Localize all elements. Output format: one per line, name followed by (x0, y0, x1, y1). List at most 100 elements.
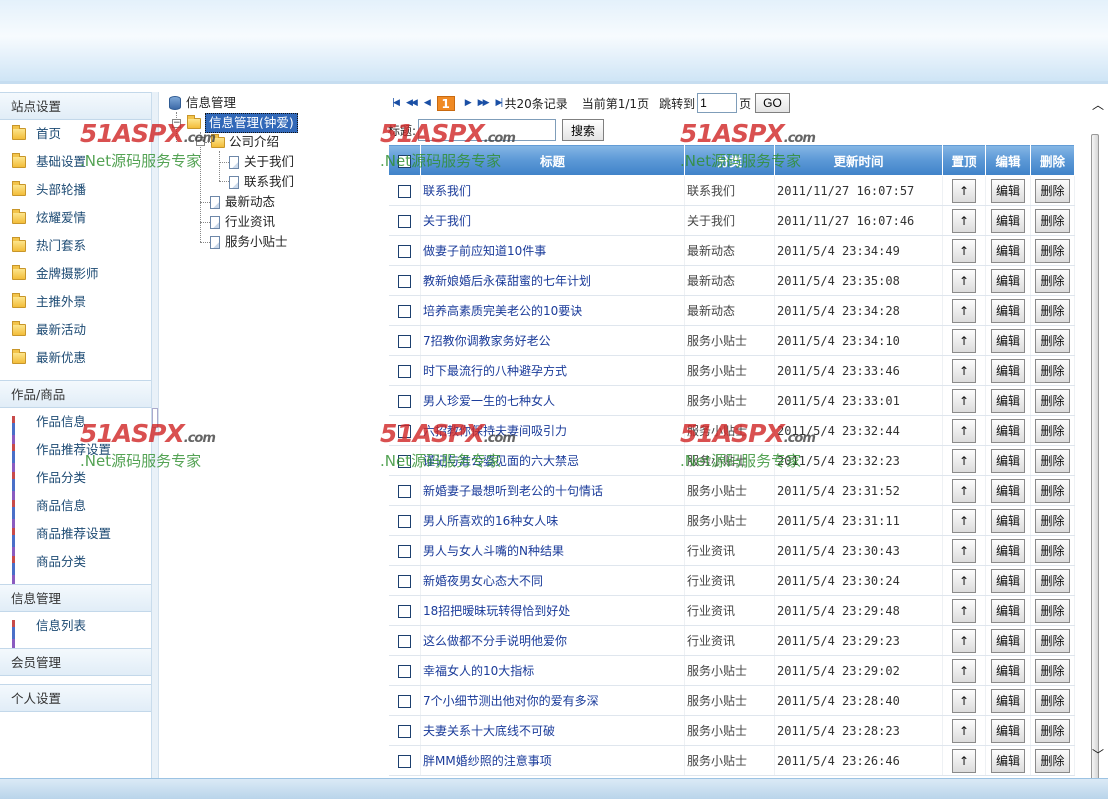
collapse-icon[interactable]: − (172, 119, 181, 128)
sidebar-nav-item[interactable]: 热门套系 (0, 232, 151, 260)
row-checkbox[interactable] (397, 274, 411, 288)
sidebar-nav-item[interactable]: 作品推荐设置 (0, 436, 151, 472)
sidebar-nav-item[interactable]: 商品信息 (0, 492, 151, 528)
first-page-icon[interactable]: |◀ (392, 98, 400, 108)
row-title[interactable]: 谨记与准公婆见面的六大禁忌 (420, 445, 685, 476)
row-title[interactable]: 男人珍爱一生的七种女人 (420, 385, 685, 416)
row-title[interactable]: 新婚妻子最想听到老公的十句情话 (420, 475, 685, 506)
delete-button[interactable]: 删除 (1035, 328, 1070, 353)
delete-button[interactable]: 删除 (1035, 418, 1070, 443)
row-checkbox[interactable] (397, 634, 411, 648)
sidebar-section-title[interactable]: 信息管理 (0, 584, 151, 612)
delete-button[interactable]: 删除 (1035, 178, 1070, 203)
row-checkbox[interactable] (397, 664, 411, 678)
sidebar-nav-item[interactable]: 商品推荐设置 (0, 520, 151, 556)
scroll-down-icon[interactable]: ﹀ (1092, 746, 1104, 763)
tree-node[interactable]: 关于我们 (229, 153, 294, 171)
sidebar-nav-item[interactable]: 最新优惠 (0, 344, 151, 372)
row-checkbox[interactable] (397, 334, 411, 348)
row-title[interactable]: 男人与女人斗嘴的N种结果 (420, 535, 685, 566)
delete-button[interactable]: 删除 (1035, 448, 1070, 473)
edit-button[interactable]: 编辑 (990, 688, 1025, 713)
edit-button[interactable]: 编辑 (990, 268, 1025, 293)
edit-button[interactable]: 编辑 (990, 298, 1025, 323)
sidebar-nav-item[interactable]: 信息列表 (0, 612, 151, 648)
row-title[interactable]: 18招把暧昧玩转得恰到好处 (420, 595, 685, 626)
edit-button[interactable]: 编辑 (990, 478, 1025, 503)
row-title[interactable]: 联系我们 (420, 175, 685, 206)
edit-button[interactable]: 编辑 (990, 208, 1025, 233)
pin-top-button[interactable]: ↑ (952, 328, 976, 353)
delete-button[interactable]: 删除 (1035, 268, 1070, 293)
prev-group-icon[interactable]: ◀◀ (406, 98, 418, 108)
edit-button[interactable]: 编辑 (990, 178, 1025, 203)
edit-button[interactable]: 编辑 (990, 388, 1025, 413)
pin-top-button[interactable]: ↑ (952, 268, 976, 293)
last-page-icon[interactable]: ▶| (496, 98, 504, 108)
delete-button[interactable]: 删除 (1035, 628, 1070, 653)
row-title[interactable]: 培养高素质完美老公的10要诀 (420, 295, 685, 326)
delete-button[interactable]: 删除 (1035, 718, 1070, 743)
pin-top-button[interactable]: ↑ (952, 568, 976, 593)
row-title[interactable]: 做妻子前应知道10件事 (420, 235, 685, 266)
sidebar-section-title[interactable]: 站点设置 (0, 92, 151, 120)
scroll-up-icon[interactable]: ︿ (1092, 96, 1104, 113)
sidebar-nav-item[interactable]: 金牌摄影师 (0, 260, 151, 288)
row-checkbox[interactable] (397, 244, 411, 258)
delete-button[interactable]: 删除 (1035, 658, 1070, 683)
sidebar-splitter[interactable] (152, 92, 159, 778)
sidebar-section-title[interactable]: 作品/商品 (0, 380, 151, 408)
next-page-icon[interactable]: ▶ (465, 98, 472, 108)
sidebar-nav-item[interactable]: 头部轮播 (0, 176, 151, 204)
edit-button[interactable]: 编辑 (990, 508, 1025, 533)
pin-top-button[interactable]: ↑ (952, 298, 976, 323)
tree-node-folder[interactable]: 公司介绍 (211, 133, 279, 151)
search-input[interactable] (418, 119, 557, 141)
current-page[interactable]: 1 (436, 95, 455, 111)
tree-node[interactable]: 服务小贴士 (210, 233, 288, 251)
sidebar-nav-item[interactable]: 首页 (0, 120, 151, 148)
sidebar-nav-item[interactable]: 炫耀爱情 (0, 204, 151, 232)
row-title[interactable]: 夫妻关系十大底线不可破 (420, 715, 685, 746)
tree-node-selected[interactable]: 信息管理(钟爱) (187, 113, 298, 133)
pin-top-button[interactable]: ↑ (952, 238, 976, 263)
sidebar-nav-item[interactable]: 主推外景 (0, 288, 151, 316)
row-title[interactable]: 新婚夜男女心态大不同 (420, 565, 685, 596)
pin-top-button[interactable]: ↑ (952, 748, 976, 773)
delete-button[interactable]: 删除 (1035, 478, 1070, 503)
row-checkbox[interactable] (397, 214, 411, 228)
row-title[interactable]: 教新娘婚后永葆甜蜜的七年计划 (420, 265, 685, 296)
pin-top-button[interactable]: ↑ (952, 178, 976, 203)
edit-button[interactable]: 编辑 (990, 718, 1025, 743)
delete-button[interactable]: 删除 (1035, 568, 1070, 593)
pin-top-button[interactable]: ↑ (952, 538, 976, 563)
pin-top-button[interactable]: ↑ (952, 448, 976, 473)
row-title[interactable]: 胖MM婚纱照的注意事项 (420, 745, 685, 776)
delete-button[interactable]: 删除 (1035, 538, 1070, 563)
delete-button[interactable]: 删除 (1035, 298, 1070, 323)
edit-button[interactable]: 编辑 (990, 238, 1025, 263)
row-checkbox[interactable] (397, 424, 411, 438)
pin-top-button[interactable]: ↑ (952, 508, 976, 533)
row-title[interactable]: 时下最流行的八种避孕方式 (420, 355, 685, 386)
edit-button[interactable]: 编辑 (990, 658, 1025, 683)
tree-node[interactable]: 联系我们 (229, 173, 294, 191)
pin-top-button[interactable]: ↑ (952, 688, 976, 713)
sidebar-section-title[interactable]: 个人设置 (0, 684, 151, 712)
edit-button[interactable]: 编辑 (990, 568, 1025, 593)
edit-button[interactable]: 编辑 (990, 448, 1025, 473)
row-title[interactable]: 幸福女人的10大指标 (420, 655, 685, 686)
edit-button[interactable]: 编辑 (990, 418, 1025, 443)
row-checkbox[interactable] (397, 454, 411, 468)
sidebar-nav-item[interactable]: 作品信息 (0, 408, 151, 444)
delete-button[interactable]: 删除 (1035, 358, 1070, 383)
row-checkbox[interactable] (397, 724, 411, 738)
delete-button[interactable]: 删除 (1035, 508, 1070, 533)
row-checkbox[interactable] (397, 514, 411, 528)
edit-button[interactable]: 编辑 (990, 628, 1025, 653)
row-title[interactable]: 六招教你保持夫妻间吸引力 (420, 415, 685, 446)
row-title[interactable]: 男人所喜欢的16种女人味 (420, 505, 685, 536)
go-button[interactable]: GO (755, 93, 790, 113)
prev-page-icon[interactable]: ◀ (424, 98, 431, 108)
delete-button[interactable]: 删除 (1035, 238, 1070, 263)
